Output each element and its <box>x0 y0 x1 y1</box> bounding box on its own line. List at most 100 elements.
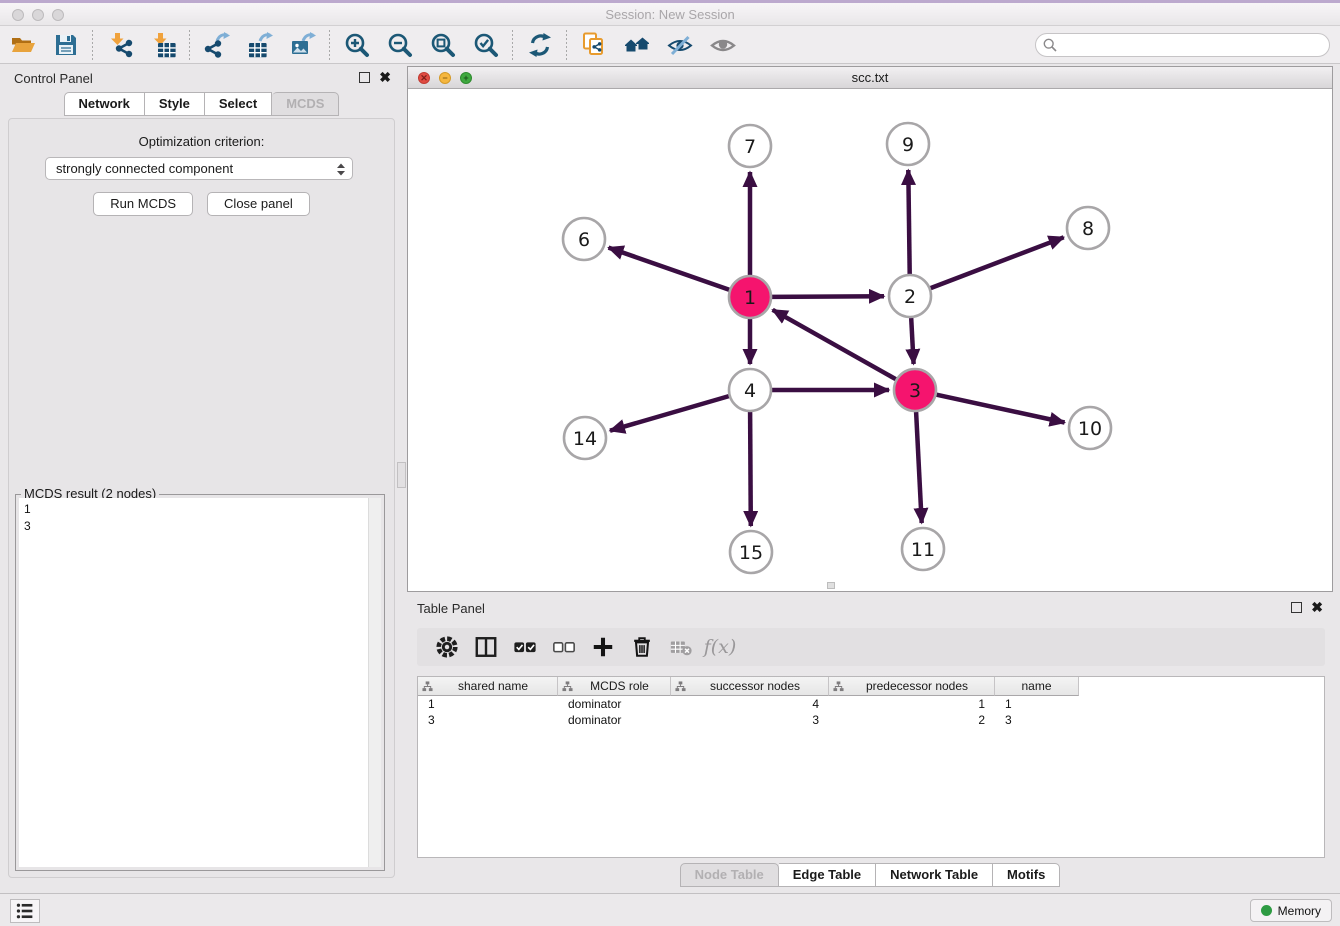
search-input[interactable] <box>1035 33 1330 57</box>
copy-network-button[interactable] <box>580 31 607 58</box>
close-panel-button[interactable]: Close panel <box>207 192 310 216</box>
zoom-in-button[interactable] <box>343 31 370 58</box>
table-row[interactable]: 3dominator323 <box>418 712 1324 728</box>
optimization-criterion-label: Optimization criterion: <box>9 134 394 149</box>
table-cell[interactable]: dominator <box>558 712 671 728</box>
column-header-predecessor-nodes[interactable]: predecessor nodes <box>829 677 995 696</box>
graph-node-3[interactable]: 3 <box>894 369 936 411</box>
canvas-resize-grip[interactable] <box>827 582 835 589</box>
tab-style[interactable]: Style <box>145 92 205 116</box>
graph-node-9[interactable]: 9 <box>887 123 929 165</box>
control-panel-header: Control Panel ✖ <box>8 68 395 92</box>
zoom-fit-button[interactable] <box>429 31 456 58</box>
result-scrollbar[interactable] <box>368 498 381 867</box>
show-all-button[interactable] <box>709 31 736 58</box>
graph-node-11[interactable]: 11 <box>902 528 944 570</box>
zoom-selected-button[interactable] <box>472 31 499 58</box>
tab-select[interactable]: Select <box>205 92 272 116</box>
export-image-button[interactable] <box>289 31 316 58</box>
table-row[interactable]: 1dominator411 <box>418 696 1324 712</box>
save-button[interactable] <box>52 31 79 58</box>
window-title: Session: New Session <box>0 7 1340 22</box>
export-network-icon <box>204 32 230 58</box>
node-label: 4 <box>744 380 756 402</box>
function-button: f(x) <box>706 634 734 660</box>
float-panel-icon[interactable] <box>359 72 370 83</box>
edge-4-15[interactable] <box>750 412 751 526</box>
edge-1-2[interactable] <box>772 296 884 297</box>
table-cell[interactable]: 3 <box>671 712 829 728</box>
edge-1-6[interactable] <box>609 248 730 290</box>
table-tab-network-table[interactable]: Network Table <box>876 863 993 887</box>
splitter-grip[interactable] <box>397 462 406 488</box>
table-cell[interactable]: dominator <box>558 696 671 712</box>
import-network-button[interactable] <box>106 31 133 58</box>
run-mcds-button[interactable]: Run MCDS <box>93 192 193 216</box>
table-cell[interactable]: 1 <box>829 696 995 712</box>
panel-splitter[interactable] <box>399 66 405 878</box>
open-file-button[interactable] <box>9 31 36 58</box>
graph-node-10[interactable]: 10 <box>1069 407 1111 449</box>
hide-selected-button[interactable] <box>666 31 693 58</box>
deselect-all-button[interactable] <box>550 634 578 660</box>
edge-3-10[interactable] <box>937 395 1065 423</box>
mcds-result-area[interactable]: 13 <box>19 498 381 867</box>
edge-2-9[interactable] <box>908 170 909 274</box>
export-network-button[interactable] <box>203 31 230 58</box>
edge-2-8[interactable] <box>931 237 1064 288</box>
refresh-button[interactable] <box>526 31 553 58</box>
search-icon <box>1043 38 1057 52</box>
graph-node-8[interactable]: 8 <box>1067 207 1109 249</box>
tab-mcds[interactable]: MCDS <box>272 92 339 116</box>
graph-node-14[interactable]: 14 <box>564 417 606 459</box>
network-window-titlebar[interactable]: ✕ − + scc.txt <box>408 67 1332 89</box>
edge-3-11[interactable] <box>916 412 922 523</box>
function-builder-icon: f(x) <box>704 636 737 658</box>
edge-3-1[interactable] <box>773 310 896 379</box>
graph-node-4[interactable]: 4 <box>729 369 771 411</box>
edge-4-14[interactable] <box>610 396 729 431</box>
graph-node-6[interactable]: 6 <box>563 218 605 260</box>
close-panel-icon[interactable]: ✖ <box>379 72 391 83</box>
table-cell[interactable]: 1 <box>995 696 1079 712</box>
delete-button[interactable] <box>628 634 656 660</box>
add-button[interactable] <box>589 634 617 660</box>
zoom-out-button[interactable] <box>386 31 413 58</box>
graph-node-2[interactable]: 2 <box>889 275 931 317</box>
table-close-icon[interactable]: ✖ <box>1311 602 1323 613</box>
combo-stepper-icon <box>335 162 347 177</box>
column-type-icon <box>422 681 433 692</box>
network-canvas[interactable]: 1 2 3 4 6 7 8 9 10 11 14 15 <box>408 89 1332 591</box>
column-header-shared-name[interactable]: shared name <box>418 677 558 696</box>
column-header-MCDS-role[interactable]: MCDS role <box>558 677 671 696</box>
import-table-button[interactable] <box>149 31 176 58</box>
table-cell[interactable]: 3 <box>995 712 1079 728</box>
gear-button[interactable] <box>433 634 461 660</box>
application-window: Session: New Session Control Panel ✖ <box>0 0 1340 926</box>
node-label: 3 <box>909 380 921 402</box>
export-table-button[interactable] <box>246 31 273 58</box>
task-history-button[interactable] <box>10 899 40 923</box>
table-cell[interactable]: 4 <box>671 696 829 712</box>
add-icon <box>591 635 615 659</box>
table-cell[interactable]: 2 <box>829 712 995 728</box>
table-tab-node-table[interactable]: Node Table <box>680 863 779 887</box>
home-button[interactable] <box>623 31 650 58</box>
graph-node-1[interactable]: 1 <box>729 276 771 318</box>
table-tab-motifs[interactable]: Motifs <box>993 863 1060 887</box>
select-all-button[interactable] <box>511 634 539 660</box>
column-header-name[interactable]: name <box>995 677 1079 696</box>
table-cell[interactable]: 1 <box>418 696 558 712</box>
table-float-icon[interactable] <box>1291 602 1302 613</box>
graph-node-7[interactable]: 7 <box>729 125 771 167</box>
criterion-dropdown[interactable]: strongly connected component <box>45 157 353 180</box>
graph-node-15[interactable]: 15 <box>730 531 772 573</box>
split-columns-button[interactable] <box>472 634 500 660</box>
tab-network[interactable]: Network <box>64 92 145 116</box>
table-tab-edge-table[interactable]: Edge Table <box>779 863 876 887</box>
column-header-successor-nodes[interactable]: successor nodes <box>671 677 829 696</box>
table-cell[interactable]: 3 <box>418 712 558 728</box>
memory-button[interactable]: Memory <box>1250 899 1332 922</box>
edge-2-3[interactable] <box>911 318 913 364</box>
node-label: 10 <box>1078 418 1102 440</box>
